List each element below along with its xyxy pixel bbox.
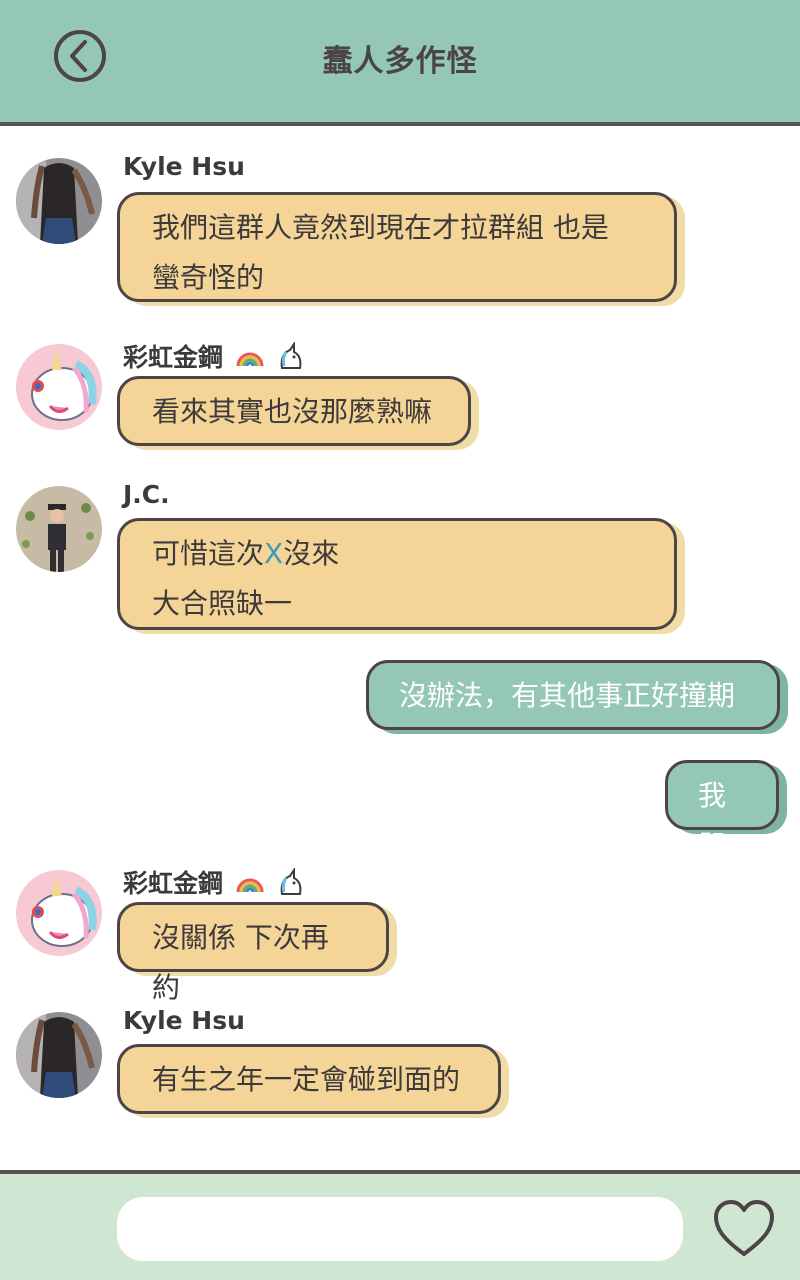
my-message-bubble: 我哭 (665, 760, 779, 862)
message-input[interactable] (117, 1197, 683, 1261)
highlighted-text: X (264, 537, 284, 570)
like-button[interactable] (712, 1198, 776, 1258)
message-line: 大合照缺一 (152, 587, 293, 620)
avatar-kyle-hsu[interactable] (16, 1012, 102, 1098)
avatar-rainbow-king-kong[interactable] (16, 870, 102, 956)
sender-name-row: 彩虹金鋼 (123, 864, 304, 902)
sender-name: Kyle Hsu (123, 1006, 245, 1035)
message-bubble: 有生之年一定會碰到面的 (117, 1044, 501, 1114)
sender-name: J.C. (123, 480, 170, 509)
message-bubble: 可惜這次X沒來 大合照缺一 (117, 518, 677, 630)
my-message-bubble: 沒辦法，有其他事正好撞期 (366, 660, 780, 730)
chat-title: 蠢人多作怪 (322, 44, 478, 79)
message-line: 沒辦法，有其他事正好撞期 (399, 679, 736, 712)
sender-name: Kyle Hsu (123, 152, 245, 181)
message-line: 我哭 (698, 779, 727, 862)
message-line: 有生之年一定會碰到面的 (152, 1063, 461, 1096)
message-text: 可惜這次 (152, 537, 265, 570)
message-line: 看來其實也沒那麼熟嘛 (152, 395, 433, 428)
header-divider (0, 122, 800, 126)
avatar-jc[interactable] (16, 486, 102, 572)
message-line: 沒關係 下次再約 (152, 921, 329, 1004)
app-header: 蠢人多作怪 (0, 0, 800, 122)
unicorn-emoji-icon (276, 866, 304, 902)
message-line: 蠻奇怪的 (152, 261, 265, 294)
rainbow-emoji-icon (236, 345, 264, 374)
message-line: 我們這群人竟然到現在才拉群組 也是 (152, 211, 609, 244)
message-text: 沒來 (283, 537, 340, 570)
rainbow-emoji-icon (236, 871, 264, 900)
message-bubble: 沒關係 下次再約 (117, 902, 389, 1004)
unicorn-emoji-icon (276, 340, 304, 376)
sender-name: 彩虹金鋼 (123, 869, 224, 898)
message-bubble: 我們這群人竟然到現在才拉群組 也是 蠻奇怪的 (117, 192, 677, 302)
message-line: 可惜這次X沒來 (152, 529, 642, 579)
heart-icon (714, 1200, 774, 1256)
footer-divider (0, 1170, 800, 1174)
message-bubble: 看來其實也沒那麼熟嘛 (117, 376, 471, 446)
avatar-rainbow-king-kong[interactable] (16, 344, 102, 430)
sender-name-row: 彩虹金鋼 (123, 338, 304, 376)
avatar-kyle-hsu[interactable] (16, 158, 102, 244)
sender-name: 彩虹金鋼 (123, 343, 224, 372)
